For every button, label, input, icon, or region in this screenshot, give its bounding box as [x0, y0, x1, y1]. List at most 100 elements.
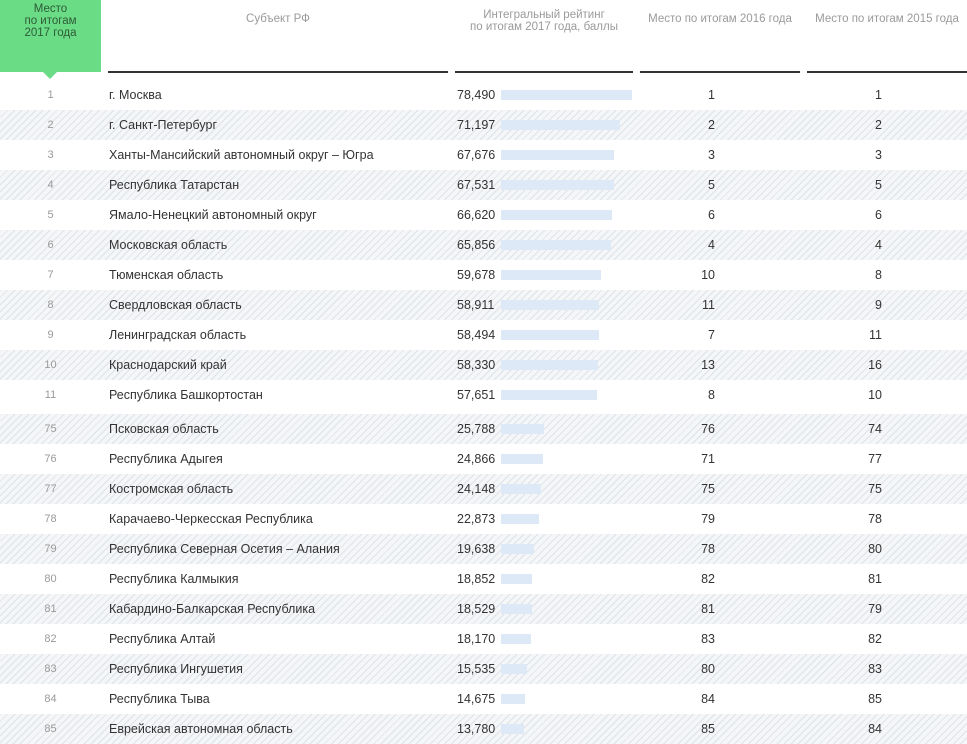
place-2015-cell: 2	[875, 118, 882, 132]
subject-name-cell: Тюменская область	[109, 268, 224, 282]
score-cell: 18,852	[457, 572, 496, 586]
score-bar	[501, 180, 614, 190]
subject-name-cell: Краснодарский край	[109, 358, 227, 372]
rank-cell: 83	[44, 663, 57, 675]
subject-name-cell: Республика Башкортостан	[109, 388, 263, 402]
place-2015-cell: 5	[875, 178, 882, 192]
place-2015-cell: 6	[875, 208, 882, 222]
place-2015-cell: 77	[868, 452, 882, 466]
subject-name-cell: Ямало-Ненецкий автономный округ	[109, 208, 317, 222]
place-2015-column-header[interactable]: Место по итогам 2015 года	[807, 13, 967, 25]
rank-cell: 6	[47, 239, 54, 251]
table-row[interactable]: 3 Ханты-Мансийский автономный округ – Югр…	[0, 140, 967, 170]
subject-name-cell: г. Москва	[109, 88, 162, 102]
subject-name-cell: Ханты-Мансийский автономный округ – Югра	[109, 148, 374, 162]
subject-header-rule	[108, 71, 448, 73]
table-row[interactable]: 83 Республика Ингушетия 15,535 80 83	[0, 654, 967, 684]
table-row[interactable]: 79 Республика Северная Осетия – Алания 19,…	[0, 534, 967, 564]
place-2016-cell: 11	[702, 298, 715, 312]
subject-column-header[interactable]: Субъект РФ	[108, 13, 448, 25]
table-row[interactable]: 10 Краснодарский край 58,330 13 16	[0, 350, 967, 380]
score-bar	[501, 514, 539, 524]
table-row[interactable]: 7 Тюменская область 59,678 10 8	[0, 260, 967, 290]
table-row[interactable]: 8 Свердловская область 58,911 11 9	[0, 290, 967, 320]
table-row[interactable]: 81 Кабардино-Балкарская Республика 18,529 8…	[0, 594, 967, 624]
score-cell: 58,330	[457, 358, 496, 372]
subject-name-cell: Ленинградская область	[109, 328, 247, 342]
place-2016-cell: 5	[708, 178, 715, 192]
place-2016-cell: 78	[701, 542, 715, 556]
table-row[interactable]: 82 Республика Алтай 18,170 83 82	[0, 624, 967, 654]
rank-header-line: по итогам	[24, 15, 77, 27]
place-2016-column-header[interactable]: Место по итогам 2016 года	[640, 13, 800, 25]
subject-name-cell: Псковская область	[109, 422, 219, 436]
place-2015-cell: 75	[868, 482, 882, 496]
table-row[interactable]: 1 г. Москва 78,490 1 1	[0, 80, 967, 110]
rank-cell: 9	[47, 329, 54, 341]
table-row[interactable]: 9 Ленинградская область 58,494 7 11	[0, 320, 967, 350]
score-bar	[501, 270, 601, 280]
place-2016-cell: 84	[701, 692, 715, 706]
subject-name-cell: Республика Калмыкия	[109, 572, 239, 586]
score-bar	[501, 120, 620, 130]
place-2015-cell: 85	[868, 692, 882, 706]
place-2015-cell: 80	[868, 542, 882, 556]
table-header: Место по итогам 2017 года Субъект РФ Инт…	[0, 0, 967, 79]
score-bar	[501, 330, 599, 340]
subject-name-cell: Республика Северная Осетия – Алания	[109, 542, 340, 556]
place-2016-cell: 75	[701, 482, 715, 496]
table-row[interactable]: 2 г. Санкт-Петербург 71,197 2 2	[0, 110, 967, 140]
score-bar	[501, 150, 614, 160]
place-2016-cell: 71	[701, 452, 715, 466]
score-cell: 18,529	[457, 602, 496, 616]
place-2015-cell: 81	[868, 572, 882, 586]
rank-cell: 7	[47, 269, 54, 281]
score-cell: 24,866	[457, 452, 496, 466]
subject-name-cell: Республика Татарстан	[109, 178, 240, 192]
score-bar	[501, 454, 543, 464]
score-cell: 13,780	[457, 722, 496, 736]
table-row[interactable]: 80 Республика Калмыкия 18,852 82 81	[0, 564, 967, 594]
rank-cell: 75	[44, 423, 57, 435]
rank-cell: 79	[44, 543, 57, 555]
rank-cell: 80	[44, 573, 57, 585]
place-2015-cell: 83	[868, 662, 882, 676]
table-row[interactable]: 85 Еврейская автономная область 13,780 85 84	[0, 714, 967, 744]
subject-name-cell: Республика Адыгея	[109, 452, 223, 466]
subject-name-cell: Кабардино-Балкарская Республика	[109, 602, 316, 616]
score-bar	[501, 390, 597, 400]
table-row[interactable]: 75 Псковская область 25,788 76 74	[0, 414, 967, 444]
table-row[interactable]: 78 Карачаево-Черкесская Республика 22,873 7…	[0, 504, 967, 534]
place-2015-cell: 9	[875, 298, 882, 312]
table-row[interactable]: 84 Республика Тыва 14,675 84 85	[0, 684, 967, 714]
score-bar	[501, 484, 541, 494]
table-row[interactable]: 11 Республика Башкортостан 57,651 8 10	[0, 380, 967, 410]
rank-cell: 1	[47, 89, 54, 101]
place-2015-cell: 1	[875, 88, 882, 102]
rating-column-header[interactable]: Интегральный рейтинг по итогам 2017 года…	[455, 9, 633, 33]
place-2015-cell: 10	[868, 388, 882, 402]
place-2015-cell: 84	[868, 722, 882, 736]
subject-name-cell: Республика Ингушетия	[109, 662, 243, 676]
rank-cell: 82	[44, 633, 57, 645]
score-bar	[501, 424, 544, 434]
score-bar	[501, 210, 612, 220]
rank-column-header[interactable]: Место по итогам 2017 года	[0, 0, 101, 79]
rank-cell: 11	[44, 389, 57, 401]
place-2016-cell: 13	[701, 358, 715, 372]
table-row[interactable]: 5 Ямало-Ненецкий автономный округ 66,620 6 6	[0, 200, 967, 230]
table-row[interactable]: 4 Республика Татарстан 67,531 5 5	[0, 170, 967, 200]
score-cell: 19,638	[457, 542, 496, 556]
subject-name-cell: Республика Алтай	[109, 632, 216, 646]
rank-cell: 8	[47, 299, 54, 311]
table-row[interactable]: 77 Костромская область 24,148 75 75	[0, 474, 967, 504]
table-row[interactable]: 6 Московская область 65,856 4 4	[0, 230, 967, 260]
place-2016-cell: 7	[708, 328, 715, 342]
score-cell: 67,531	[457, 178, 496, 192]
place-2015-cell: 11	[869, 328, 882, 342]
score-bar	[501, 90, 632, 100]
place-2016-cell: 83	[701, 632, 715, 646]
rank-header-line: Место	[33, 3, 68, 15]
table-row[interactable]: 76 Республика Адыгея 24,866 71 77	[0, 444, 967, 474]
score-cell: 59,678	[457, 268, 496, 282]
